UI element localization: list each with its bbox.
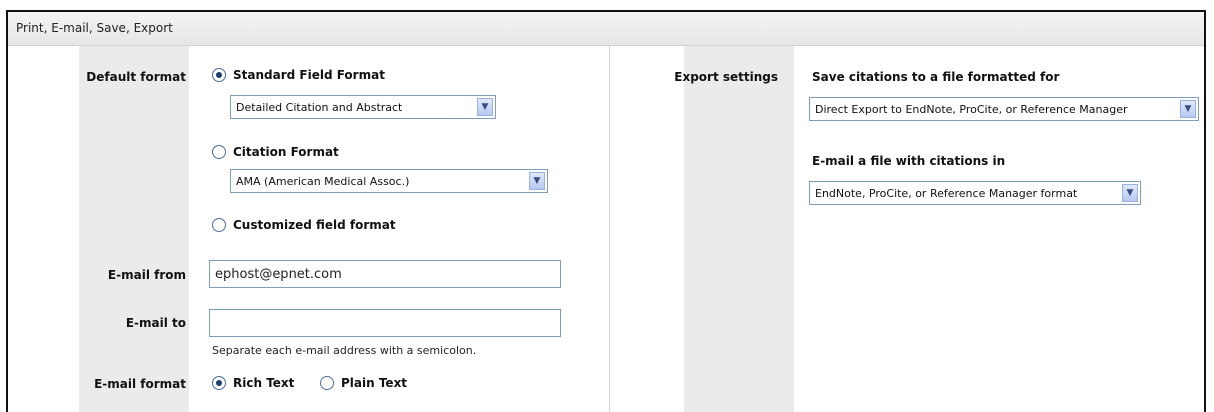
export-settings-label: Export settings xyxy=(674,70,778,84)
settings-panel: Print, E-mail, Save, Export Default form… xyxy=(6,10,1206,412)
email-citations-heading: E-mail a file with citations in xyxy=(812,154,1006,168)
default-format-label: Default format xyxy=(86,70,186,84)
panel-title: Print, E-mail, Save, Export xyxy=(16,21,173,35)
save-citations-format-select[interactable]: Direct Export to EndNote, ProCite, or Re… xyxy=(809,97,1199,121)
section-divider xyxy=(609,46,610,412)
citation-format-value: AMA (American Medical Assoc.) xyxy=(236,174,410,188)
email-citations-format-select[interactable]: EndNote, ProCite, or Reference Manager f… xyxy=(809,181,1141,205)
rich-text-option[interactable]: Rich Text xyxy=(212,376,294,390)
radio-selected-icon[interactable] xyxy=(212,376,226,390)
radio-selected-icon[interactable] xyxy=(212,68,226,82)
chevron-down-icon[interactable]: ▼ xyxy=(529,172,545,190)
email-from-field[interactable]: ephost@epnet.com xyxy=(209,260,561,288)
plain-text-option[interactable]: Plain Text xyxy=(320,376,407,390)
plain-text-label: Plain Text xyxy=(341,376,408,390)
panel-header: Print, E-mail, Save, Export xyxy=(8,12,1204,46)
email-to-hint: Separate each e-mail address with a semi… xyxy=(212,344,477,357)
email-from-label: E-mail from xyxy=(107,268,186,282)
chevron-down-icon[interactable]: ▼ xyxy=(1122,184,1138,202)
left-label-column xyxy=(79,46,189,412)
citation-format-label: Citation Format xyxy=(233,145,339,159)
radio-unselected-icon[interactable] xyxy=(320,376,334,390)
standard-field-format-label: Standard Field Format xyxy=(233,68,385,82)
email-citations-format-value: EndNote, ProCite, or Reference Manager f… xyxy=(815,186,1078,200)
standard-field-format-option[interactable]: Standard Field Format xyxy=(212,68,385,82)
save-citations-format-value: Direct Export to EndNote, ProCite, or Re… xyxy=(815,102,1128,116)
chevron-down-icon[interactable]: ▼ xyxy=(1180,100,1196,118)
standard-field-format-select[interactable]: Detailed Citation and Abstract ▼ xyxy=(230,95,496,119)
radio-unselected-icon[interactable] xyxy=(212,218,226,232)
customized-field-format-label: Customized field format xyxy=(233,218,396,232)
email-to-field[interactable] xyxy=(209,309,561,337)
save-citations-heading: Save citations to a file formatted for xyxy=(812,70,1060,84)
citation-format-option[interactable]: Citation Format xyxy=(212,145,339,159)
standard-field-format-value: Detailed Citation and Abstract xyxy=(236,100,403,114)
chevron-down-icon[interactable]: ▼ xyxy=(477,98,493,116)
radio-unselected-icon[interactable] xyxy=(212,145,226,159)
citation-format-select[interactable]: AMA (American Medical Assoc.) ▼ xyxy=(230,169,548,193)
rich-text-label: Rich Text xyxy=(233,376,295,390)
email-to-label: E-mail to xyxy=(125,316,186,330)
right-label-column xyxy=(684,46,794,412)
customized-field-format-option[interactable]: Customized field format xyxy=(212,218,396,232)
email-format-label: E-mail format xyxy=(94,377,186,391)
